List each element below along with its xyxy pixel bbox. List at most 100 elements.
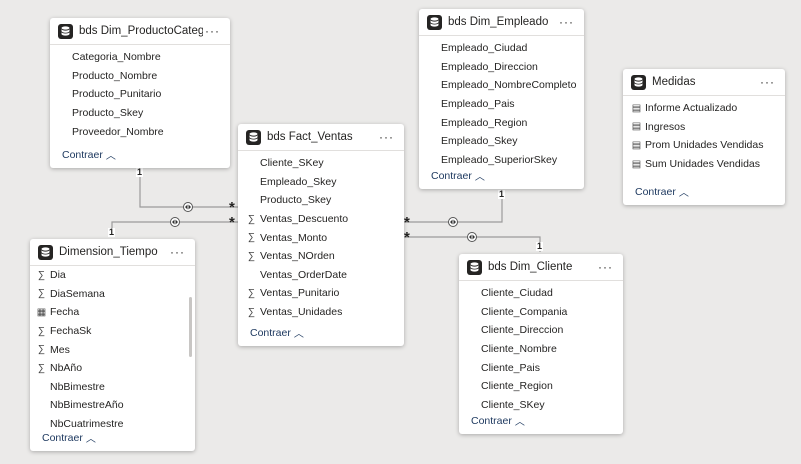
field-item[interactable]: Cliente_Compania xyxy=(481,303,623,322)
field-label: Empleado_Skey xyxy=(260,175,337,188)
sigma-icon: ∑ xyxy=(37,362,46,374)
field-item[interactable]: Cliente_Nombre xyxy=(481,340,623,359)
filter-direction-icon xyxy=(170,217,180,227)
table-card-fact-ventas[interactable]: bds Fact_Ventas ··· Cliente_SKey Emplead… xyxy=(238,124,404,346)
field-item[interactable]: Cliente_SKey xyxy=(481,396,623,415)
field-label: Empleado_NombreCompleto xyxy=(441,79,577,92)
field-item[interactable]: ▤ Sum Unidades Vendidas xyxy=(631,155,785,174)
field-item[interactable]: Producto_Skey xyxy=(246,191,404,210)
field-label: Cliente_Ciudad xyxy=(481,287,553,300)
more-options-icon[interactable]: ··· xyxy=(203,25,222,37)
table-card-cliente[interactable]: bds Dim_Cliente ··· Cliente_Ciudad Clien… xyxy=(459,254,623,434)
field-item[interactable]: ∑ Dia xyxy=(36,266,195,285)
measure-icon: ▤ xyxy=(631,102,642,114)
field-item[interactable]: Cliente_Region xyxy=(481,377,623,396)
field-label: Ventas_Unidades xyxy=(260,306,343,319)
collapse-button[interactable]: Contraer ︿ xyxy=(431,168,485,184)
collapse-button[interactable]: Contraer ︿ xyxy=(250,325,304,341)
field-item[interactable]: Proveedor_Nombre xyxy=(72,122,230,141)
field-label: NbCuatrimestre xyxy=(50,418,124,431)
field-list: Cliente_Ciudad Cliente_Compania Cliente_… xyxy=(459,281,623,416)
field-item[interactable]: Empleado_Skey xyxy=(441,132,584,151)
cardinality-many-label: * xyxy=(404,229,410,246)
more-options-icon[interactable]: ··· xyxy=(596,261,615,273)
filter-direction-icon xyxy=(183,202,193,212)
field-item[interactable]: NbBimestre xyxy=(36,378,195,397)
field-item[interactable]: ∑ Ventas_Descuento xyxy=(246,210,404,229)
field-item[interactable]: ∑ Ventas_NOrden xyxy=(246,247,404,266)
table-header[interactable]: bds Dim_Cliente ··· xyxy=(459,254,623,281)
scrollbar[interactable] xyxy=(189,297,192,357)
field-label: Cliente_SKey xyxy=(260,157,324,170)
field-item[interactable]: ∑ Ventas_Unidades xyxy=(246,303,404,322)
field-label: Producto_Skey xyxy=(72,107,144,120)
field-item[interactable]: NbBimestreAño xyxy=(36,396,195,415)
field-label: Ventas_NOrden xyxy=(260,250,335,263)
cardinality-many-label: * xyxy=(404,214,410,231)
field-item[interactable]: Categoria_Nombre xyxy=(72,48,230,67)
sigma-icon: ∑ xyxy=(37,325,46,337)
field-item[interactable]: Producto_Nombre xyxy=(72,67,230,86)
field-label: Ventas_Monto xyxy=(260,231,328,244)
field-item[interactable]: ∑ NbAño xyxy=(36,359,195,378)
field-label: Empleado_SuperiorSkey xyxy=(441,153,558,166)
field-label: Producto_Punitario xyxy=(72,88,162,101)
field-item[interactable]: Cliente_SKey xyxy=(246,154,404,173)
field-item[interactable]: ∑ Mes xyxy=(36,340,195,359)
field-item[interactable]: Empleado_Pais xyxy=(441,95,584,114)
collapse-button[interactable]: Contraer ︿ xyxy=(62,147,116,163)
table-header[interactable]: bds Dim_Empleado ··· xyxy=(419,9,584,36)
field-item[interactable]: Producto_Punitario xyxy=(72,85,230,104)
field-list: ∑ Dia ∑ DiaSemana ▦ Fecha ∑ FechaSk ∑ Mes ∑ Nb… xyxy=(30,266,195,436)
more-options-icon[interactable]: ··· xyxy=(377,131,396,143)
field-item[interactable]: Empleado_Ciudad xyxy=(441,39,584,58)
table-title: Medidas xyxy=(652,76,696,88)
table-card-dimension-tiempo[interactable]: Dimension_Tiempo ··· ∑ Dia ∑ DiaSemana ▦ Fe… xyxy=(30,239,195,451)
field-label: Empleado_Skey xyxy=(441,135,518,148)
table-icon xyxy=(58,23,73,39)
field-item[interactable]: Cliente_Direccion xyxy=(481,321,623,340)
field-label: Producto_Skey xyxy=(260,194,332,207)
collapse-button[interactable]: Contraer ︿ xyxy=(471,413,525,429)
table-card-medidas[interactable]: Medidas ··· ▤ Informe Actualizado ▤ Ingres… xyxy=(623,69,785,205)
field-item[interactable]: ▤ Informe Actualizado xyxy=(631,99,785,118)
collapse-button[interactable]: Contraer ︿ xyxy=(42,430,96,446)
field-item[interactable]: Empleado_NombreCompleto xyxy=(441,76,584,95)
field-item[interactable]: Empleado_Skey xyxy=(246,173,404,192)
table-header[interactable]: Dimension_Tiempo ··· xyxy=(30,239,195,266)
field-item[interactable]: ▦ Fecha xyxy=(36,303,195,322)
field-item[interactable]: Ventas_OrderDate xyxy=(246,266,404,285)
field-item[interactable]: Cliente_Ciudad xyxy=(481,284,623,303)
field-item[interactable]: Producto_Skey xyxy=(72,104,230,123)
chevron-up-icon: ︿ xyxy=(85,434,96,445)
field-item[interactable]: Empleado_Region xyxy=(441,113,584,132)
rel-line-producto-fact xyxy=(139,170,238,208)
table-title: bds Fact_Ventas xyxy=(267,131,353,143)
table-card-producto-categoria[interactable]: bds Dim_ProductoCategoria ··· Categoria_… xyxy=(50,18,230,168)
field-item[interactable]: ▤ Ingresos xyxy=(631,118,785,137)
field-label: DiaSemana xyxy=(50,287,105,300)
field-label: Cliente_Nombre xyxy=(481,343,557,356)
field-item[interactable]: Empleado_Direccion xyxy=(441,58,584,77)
field-list: Cliente_SKey Empleado_Skey Producto_Skey… xyxy=(238,151,404,323)
chevron-up-icon: ︿ xyxy=(293,329,304,340)
field-label: Empleado_Direccion xyxy=(441,60,538,73)
field-item[interactable]: ▤ Prom Unidades Vendidas xyxy=(631,136,785,155)
collapse-button[interactable]: Contraer ︿ xyxy=(635,184,689,200)
table-header[interactable]: bds Fact_Ventas ··· xyxy=(238,124,404,151)
more-options-icon[interactable]: ··· xyxy=(557,16,576,28)
table-card-empleado[interactable]: bds Dim_Empleado ··· Empleado_Ciudad Emp… xyxy=(419,9,584,189)
more-options-icon[interactable]: ··· xyxy=(758,76,777,88)
field-item[interactable]: Cliente_Pais xyxy=(481,358,623,377)
table-header[interactable]: bds Dim_ProductoCategoria ··· xyxy=(50,18,230,45)
field-item[interactable]: Empleado_SuperiorSkey xyxy=(441,151,584,170)
more-options-icon[interactable]: ··· xyxy=(168,246,187,258)
field-label: Fecha xyxy=(50,306,80,319)
measure-icon: ▤ xyxy=(631,121,642,133)
field-item[interactable]: ∑ FechaSk xyxy=(36,322,195,341)
field-item[interactable]: ∑ DiaSemana xyxy=(36,285,195,304)
field-list: Categoria_Nombre Producto_Nombre Product… xyxy=(50,45,230,143)
field-item[interactable]: ∑ Ventas_Monto xyxy=(246,228,404,247)
table-header[interactable]: Medidas ··· xyxy=(623,69,785,96)
field-item[interactable]: ∑ Ventas_Punitario xyxy=(246,284,404,303)
